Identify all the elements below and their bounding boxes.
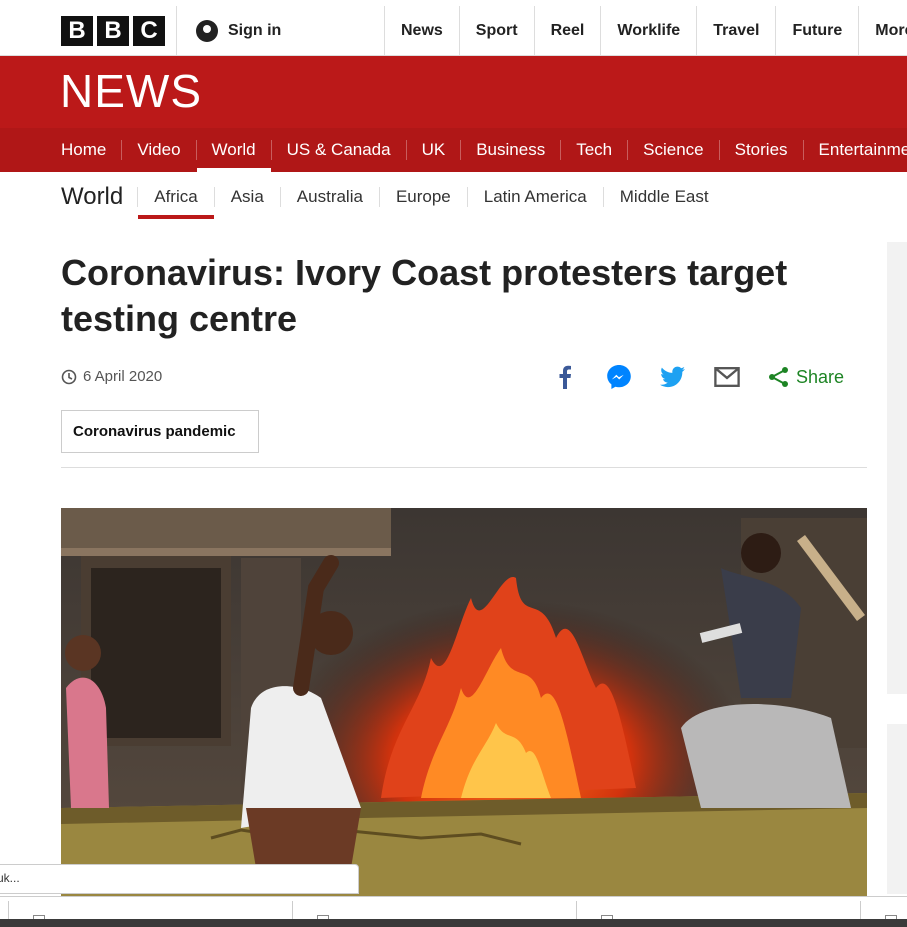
logo-letter: B — [61, 16, 93, 46]
status-url-popup: uk... — [0, 864, 359, 894]
top-nav-reel[interactable]: Reel — [533, 6, 601, 56]
divider — [61, 467, 867, 468]
sidebar-panel — [887, 242, 907, 694]
sidebar-panel — [887, 724, 907, 894]
section-nav-video[interactable]: Video — [121, 140, 195, 160]
top-bar: B B C Sign in News Sport Reel Worklife T… — [0, 0, 907, 56]
top-nav-future[interactable]: Future — [775, 6, 858, 56]
article-photo — [61, 508, 867, 898]
sub-nav-latin-america[interactable]: Latin America — [466, 187, 603, 207]
divider — [176, 6, 177, 56]
news-logo[interactable]: NEWS — [60, 64, 202, 118]
top-nav-news[interactable]: News — [384, 6, 459, 56]
article-headline: Coronavirus: Ivory Coast protesters targ… — [61, 252, 788, 339]
share-label: Share — [796, 366, 845, 387]
sub-nav-asia[interactable]: Asia — [213, 187, 280, 207]
article-date: 6 April 2020 — [83, 368, 163, 385]
sub-nav-europe[interactable]: Europe — [378, 187, 467, 207]
top-nav-more[interactable]: More — [858, 6, 907, 56]
bottom-bar — [0, 919, 907, 927]
twitter-icon — [660, 366, 685, 388]
email-icon — [714, 367, 740, 387]
avatar-icon — [196, 20, 218, 42]
messenger-share-button[interactable] — [606, 364, 632, 390]
section-nav-science[interactable]: Science — [627, 140, 718, 160]
messenger-icon — [607, 365, 631, 389]
sub-nav-title[interactable]: World — [61, 183, 123, 211]
sub-nav-africa[interactable]: Africa — [137, 187, 215, 219]
sign-in-button[interactable]: Sign in — [196, 20, 281, 42]
logo-letter: C — [133, 16, 165, 46]
article-meta: 6 April 2020 — [61, 368, 162, 385]
section-nav-home[interactable]: Home — [61, 140, 121, 160]
protest-fire-image — [61, 508, 867, 898]
section-nav-stories[interactable]: Stories — [718, 140, 803, 160]
sub-nav: World Africa Asia Australia Europe Latin… — [61, 180, 725, 219]
logo-letter: B — [97, 16, 129, 46]
twitter-share-button[interactable] — [660, 364, 686, 390]
share-button[interactable]: Share — [768, 366, 844, 388]
bbc-logo[interactable]: B B C — [61, 16, 165, 46]
section-nav-business[interactable]: Business — [460, 140, 560, 160]
section-nav-uk[interactable]: UK — [405, 140, 461, 160]
section-nav-entertainment[interactable]: Entertainment — [802, 140, 907, 160]
sign-in-label: Sign in — [228, 22, 282, 39]
facebook-share-button[interactable] — [552, 364, 578, 390]
top-nav-sport[interactable]: Sport — [458, 6, 534, 56]
news-banner: NEWS — [0, 56, 907, 128]
facebook-icon — [559, 365, 571, 389]
divider — [8, 901, 9, 919]
share-tools: Share — [552, 364, 844, 390]
top-nav-travel[interactable]: Travel — [696, 6, 775, 56]
section-nav-us-canada[interactable]: US & Canada — [270, 140, 406, 160]
sub-nav-australia[interactable]: Australia — [279, 187, 379, 207]
section-nav-world[interactable]: World — [195, 140, 271, 172]
section-nav: Home Video World US & Canada UK Business… — [0, 128, 907, 172]
top-nav-worklife[interactable]: Worklife — [600, 6, 696, 56]
share-icon — [769, 367, 788, 387]
top-nav: News Sport Reel Worklife Travel Future M… — [384, 6, 907, 56]
sub-nav-middle-east[interactable]: Middle East — [602, 187, 725, 207]
topic-tag[interactable]: Coronavirus pandemic — [61, 410, 259, 453]
section-nav-tech[interactable]: Tech — [560, 140, 627, 160]
clock-icon — [61, 369, 77, 384]
divider — [292, 901, 293, 919]
email-share-button[interactable] — [714, 364, 740, 390]
divider — [576, 901, 577, 919]
divider — [860, 901, 861, 919]
